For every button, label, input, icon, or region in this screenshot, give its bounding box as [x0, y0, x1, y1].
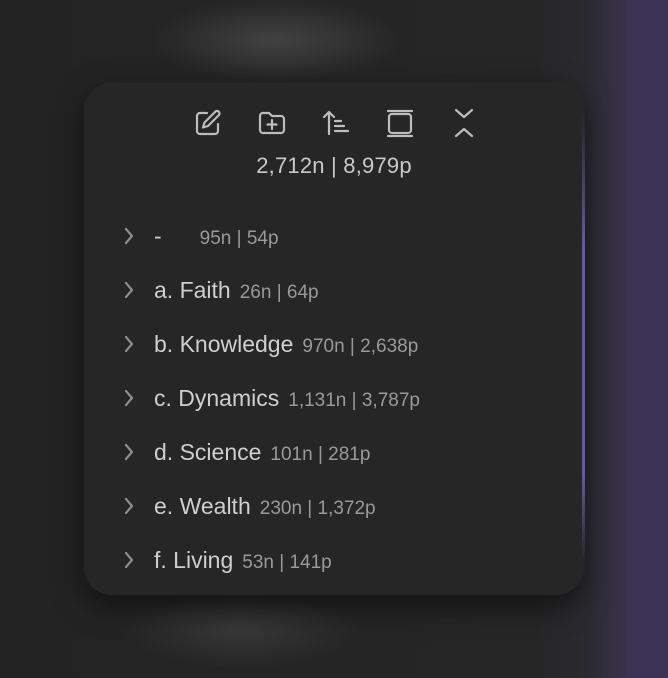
tree-item[interactable]: - 95n | 54p — [84, 209, 584, 263]
folder-name: c. Dynamics — [154, 384, 280, 411]
chevron-right-icon[interactable] — [122, 280, 136, 300]
chevron-right-icon[interactable] — [122, 334, 136, 354]
toggle-view-button[interactable] — [382, 105, 418, 141]
tree-item[interactable]: c. Dynamics 1,131n | 3,787p — [84, 371, 584, 425]
chevron-right-icon[interactable] — [122, 550, 136, 570]
sort-icon — [322, 110, 350, 136]
tree-item-label: - 95n | 54p — [154, 223, 279, 250]
folder-tree: - 95n | 54p a. Faith 26n | 64p b. Knowle… — [84, 209, 584, 587]
new-note-button[interactable] — [190, 105, 226, 141]
tree-item-label: f. Living 53n | 141p — [154, 547, 332, 574]
folder-name: f. Living — [154, 546, 234, 573]
tree-item[interactable]: e. Wealth 230n | 1,372p — [84, 479, 584, 533]
window-edge-glow — [616, 0, 668, 678]
new-folder-icon — [258, 111, 286, 135]
tree-item-label: b. Knowledge 970n | 2,638p — [154, 331, 418, 358]
tree-item[interactable]: d. Science 101n | 281p — [84, 425, 584, 479]
collapse-all-button[interactable] — [446, 105, 482, 141]
tree-item-label: a. Faith 26n | 64p — [154, 277, 319, 304]
chevron-right-icon[interactable] — [122, 496, 136, 516]
vault-totals: 2,712n | 8,979p — [256, 153, 412, 178]
folder-count: 101n | 281p — [270, 443, 371, 465]
tree-item-label: c. Dynamics 1,131n | 3,787p — [154, 385, 420, 412]
tree-item[interactable]: b. Knowledge 970n | 2,638p — [84, 317, 584, 371]
chevron-right-icon[interactable] — [122, 226, 136, 246]
tree-item-label: e. Wealth 230n | 1,372p — [154, 493, 376, 520]
folder-count: 95n | 54p — [199, 227, 279, 249]
chevron-right-icon[interactable] — [122, 442, 136, 462]
new-folder-button[interactable] — [254, 105, 290, 141]
folder-count: 1,131n | 3,787p — [288, 389, 420, 411]
tree-item[interactable]: f. Living 53n | 141p — [84, 533, 584, 587]
tree-item-label: d. Science 101n | 281p — [154, 439, 370, 466]
folder-count: 26n | 64p — [239, 281, 319, 303]
folder-name: b. Knowledge — [154, 330, 294, 357]
folder-name: - — [154, 222, 162, 249]
folder-count: 53n | 141p — [242, 551, 332, 573]
folder-count: 230n | 1,372p — [259, 497, 376, 519]
chevron-right-icon[interactable] — [122, 388, 136, 408]
folder-name: a. Faith — [154, 276, 231, 303]
collapse-view-icon — [386, 109, 414, 138]
folder-name: e. Wealth — [154, 492, 251, 519]
explorer-toolbar — [84, 105, 584, 141]
folder-name: d. Science — [154, 438, 262, 465]
collapse-all-icon — [454, 108, 474, 138]
file-explorer-panel: 2,712n | 8,979p - 95n | 54p a. Faith 26n… — [84, 83, 585, 595]
new-note-icon — [195, 109, 221, 136]
sort-button[interactable] — [318, 105, 354, 141]
tree-item[interactable]: a. Faith 26n | 64p — [84, 263, 584, 317]
folder-count: 970n | 2,638p — [302, 335, 419, 357]
